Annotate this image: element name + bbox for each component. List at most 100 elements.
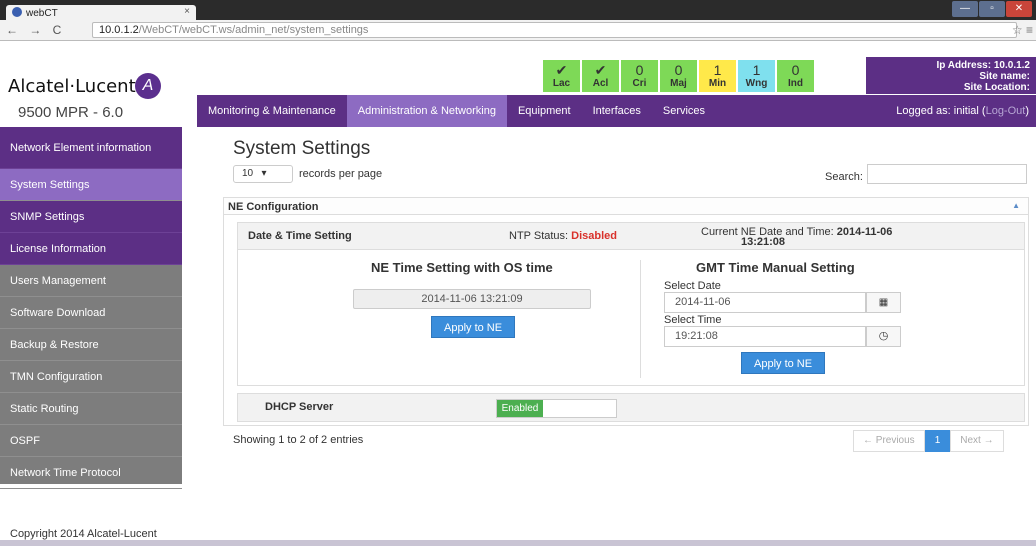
logout-link[interactable]: Log-Out	[986, 105, 1026, 117]
sidebar-item-static-routing[interactable]: Static Routing	[0, 393, 182, 425]
alarm-ind[interactable]: 0 Ind	[777, 60, 814, 92]
alarm-value: 1	[752, 62, 761, 78]
curdt-date: 2014-11-06	[836, 226, 893, 238]
panel-title: NE Configuration	[228, 201, 319, 213]
date-time-label: Date & Time Setting	[248, 230, 352, 242]
date-time-row[interactable]: Date & Time Setting NTP Status: Disabled…	[237, 222, 1025, 250]
sidebar-item-ne-information[interactable]: Network Element information	[0, 127, 182, 169]
nav-monitoring[interactable]: Monitoring & Maintenance	[197, 95, 347, 127]
records-per-page: 10 ▾ records per page	[233, 165, 382, 183]
alarm-value: ✔	[555, 62, 568, 78]
site-location: Site Location:	[963, 82, 1030, 93]
rpp-value: 10	[242, 168, 254, 179]
window-controls: — ▫ ✕	[951, 1, 1032, 17]
ntp-status: NTP Status: Disabled	[509, 230, 617, 242]
nav-interfaces[interactable]: Interfaces	[582, 95, 652, 127]
alarm-cri[interactable]: 0 Cri	[621, 60, 658, 92]
search-label: Search:	[825, 171, 863, 183]
logged-as: Logged as: initial (Log-Out)	[896, 95, 1029, 127]
close-window-button[interactable]: ✕	[1006, 1, 1032, 17]
apply-os-time-button[interactable]: Apply to NE	[431, 316, 516, 338]
device-model: 9500 MPR - 6.0	[18, 104, 124, 121]
sidebar: Network Element information System Setti…	[0, 127, 182, 489]
time-settings-box: NE Time Setting with OS time 2014-11-06 …	[237, 250, 1025, 386]
sidebar-item-system-settings[interactable]: System Settings	[0, 169, 182, 201]
url-path: /WebCT/webCT.ws/admin_net/system_setting…	[138, 24, 369, 36]
alarm-label: Lac	[552, 78, 571, 89]
search-input[interactable]	[867, 164, 1027, 184]
logo-text: Alcatel·Lucent	[8, 76, 136, 97]
alarm-label: Acl	[592, 78, 609, 89]
sidebar-item-tmn[interactable]: TMN Configuration	[0, 361, 182, 393]
alarm-value: 0	[674, 62, 683, 78]
alarm-panel: ✔ Lac ✔ Acl 0 Cri 0 Maj 1 Min 1 Wng 0 Ind	[543, 60, 816, 92]
nav-services[interactable]: Services	[652, 95, 716, 127]
current-ne-datetime: Current NE Date and Time: 2014-11-06 13:2…	[701, 226, 961, 248]
gmt-title: GMT Time Manual Setting	[696, 260, 855, 275]
bottom-strip	[0, 540, 1036, 546]
records-per-page-select[interactable]: 10 ▾	[233, 165, 293, 183]
tab-title: webCT	[26, 8, 58, 19]
alarm-acl[interactable]: ✔ Acl	[582, 60, 619, 92]
copyright: Copyright 2014 Alcatel-Lucent	[10, 528, 157, 540]
nav-equipment[interactable]: Equipment	[507, 95, 582, 127]
page-1-button[interactable]: 1	[924, 430, 951, 452]
ne-configuration-panel: NE Configuration ▲ Date & Time Setting N…	[223, 197, 1029, 426]
os-time-field: 2014-11-06 13:21:09	[353, 289, 591, 309]
apply-gmt-time-button[interactable]: Apply to NE	[741, 352, 826, 374]
address-bar: ← → C 10.0.1.2/WebCT/webCT.ws/admin_net/…	[0, 20, 1036, 41]
alarm-value: 0	[791, 62, 800, 78]
sidebar-item-ospf[interactable]: OSPF	[0, 425, 182, 457]
curdt-time: 13:21:08	[741, 236, 786, 248]
select-date-label: Select Date	[664, 280, 721, 292]
collapse-caret-icon[interactable]: ▲	[1012, 201, 1020, 210]
chevron-down-icon: ▾	[261, 168, 267, 179]
nav-buttons[interactable]: ← → C	[6, 23, 65, 37]
ip-address: Ip Address: 10.0.1.2	[936, 60, 1030, 71]
date-input[interactable]: 2014-11-06	[664, 292, 866, 313]
previous-button[interactable]: ← Previous	[853, 430, 925, 452]
ntp-label: NTP Status:	[509, 230, 572, 242]
tab-close-icon[interactable]: ×	[184, 6, 190, 17]
next-button[interactable]: Next →	[950, 430, 1004, 452]
nav-administration[interactable]: Administration & Networking	[346, 95, 507, 127]
sidebar-item-backup[interactable]: Backup & Restore	[0, 329, 182, 361]
sidebar-item-snmp[interactable]: SNMP Settings	[0, 201, 182, 233]
dhcp-toggle[interactable]: Enabled	[496, 399, 617, 418]
alarm-lac[interactable]: ✔ Lac	[543, 60, 580, 92]
alarm-label: Wng	[745, 78, 768, 89]
browser-tab[interactable]: webCT ×	[6, 5, 196, 20]
minimize-button[interactable]: —	[952, 1, 978, 17]
alarm-value: ✔	[594, 62, 607, 78]
select-time-label: Select Time	[664, 314, 722, 326]
sidebar-item-software-download[interactable]: Software Download	[0, 297, 182, 329]
sidebar-item-users[interactable]: Users Management	[0, 265, 182, 297]
top-navigation: Monitoring & Maintenance Administration …	[197, 95, 1036, 127]
pagination: ← Previous 1 Next →	[853, 430, 1004, 452]
sidebar-item-ntp[interactable]: Network Time Protocol	[0, 457, 182, 489]
bookmark-star-icon[interactable]: ☆ ≡	[1012, 23, 1033, 37]
panel-header[interactable]: NE Configuration ▲	[224, 198, 1028, 215]
sidebar-item-license[interactable]: License Information	[0, 233, 182, 265]
alarm-value: 1	[713, 62, 722, 78]
page-title: System Settings	[233, 138, 371, 159]
url-field[interactable]: 10.0.1.2/WebCT/webCT.ws/admin_net/system…	[92, 22, 1017, 38]
maximize-button[interactable]: ▫	[979, 1, 1005, 17]
alarm-label: Min	[708, 78, 727, 89]
alarm-min[interactable]: 1 Min	[699, 60, 736, 92]
alarm-wng[interactable]: 1 Wng	[738, 60, 775, 92]
ntp-value: Disabled	[571, 230, 618, 242]
logged-suffix: )	[1025, 105, 1029, 117]
dhcp-row: DHCP Server Enabled	[237, 393, 1025, 422]
entries-info: Showing 1 to 2 of 2 entries	[233, 434, 364, 446]
clock-icon[interactable]: ◷	[866, 326, 901, 347]
alarm-label: Maj	[670, 78, 687, 89]
logged-prefix: Logged as: initial (	[896, 105, 986, 117]
main-content: System Settings 10 ▾ records per page Se…	[233, 138, 1028, 184]
records-per-page-label: records per page	[299, 168, 383, 180]
os-time-title: NE Time Setting with OS time	[371, 260, 553, 275]
time-input[interactable]: 19:21:08	[664, 326, 866, 347]
site-name: Site name:	[979, 71, 1030, 82]
alarm-maj[interactable]: 0 Maj	[660, 60, 697, 92]
calendar-icon[interactable]: ▦	[866, 292, 901, 313]
